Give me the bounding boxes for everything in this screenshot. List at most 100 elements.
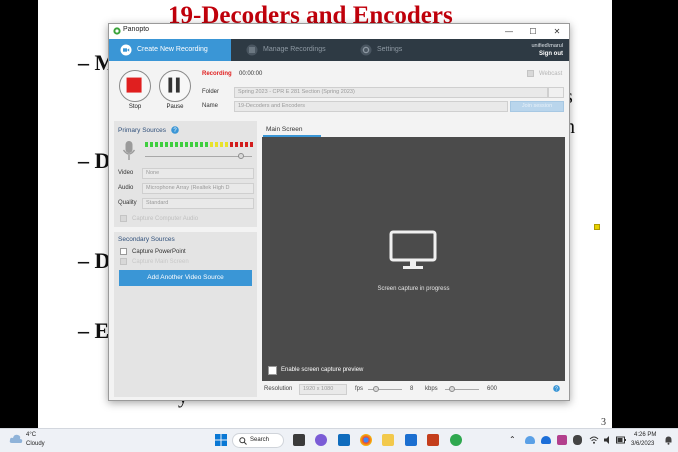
- search-label: Search: [250, 437, 270, 443]
- webcast-label: Webcast: [539, 71, 563, 77]
- capture-main-screen-checkbox[interactable]: [120, 258, 127, 265]
- powerpoint-icon[interactable]: [427, 434, 439, 446]
- audio-meter-segment: [160, 142, 163, 147]
- kbps-slider-knob[interactable]: [449, 386, 455, 392]
- nav-bar: Create New Recording Manage Recordings S…: [109, 39, 569, 61]
- quality-select[interactable]: Standard: [142, 198, 254, 209]
- tab-label: Manage Recordings: [263, 46, 326, 53]
- speaker-icon[interactable]: [603, 435, 613, 445]
- clock-date[interactable]: 3/6/2023: [631, 441, 654, 447]
- pause-button[interactable]: [159, 70, 191, 102]
- cloud-icon[interactable]: [9, 434, 23, 444]
- quality-label: Quality: [118, 200, 137, 206]
- folder-label: Folder: [202, 89, 220, 95]
- search-icon: [239, 437, 247, 445]
- volume-slider-track: [145, 156, 252, 157]
- volume-slider-knob[interactable]: [238, 153, 245, 159]
- list-icon: [246, 44, 258, 56]
- name-field[interactable]: 19-Decoders and Encoders: [234, 101, 508, 112]
- add-video-source-button[interactable]: Add Another Video Source: [119, 270, 252, 286]
- screen-capture-status: Screen capture in progress: [377, 286, 450, 292]
- secondary-sources-title: Secondary Sources: [118, 236, 175, 243]
- svg-text:?: ?: [555, 386, 558, 392]
- primary-sources-panel: Primary Sources ? Video None Audio Micro…: [114, 121, 257, 227]
- battery-icon[interactable]: [616, 436, 626, 444]
- join-session-button[interactable]: Join session: [510, 101, 564, 112]
- sign-out-link[interactable]: Sign out: [532, 50, 563, 58]
- stop-button[interactable]: [119, 70, 151, 102]
- folder-dropdown-button[interactable]: [548, 87, 564, 98]
- title-bar: Panopto — ☐ ✕: [109, 24, 569, 39]
- audio-meter-segment: [225, 142, 228, 147]
- username: unified\marul: [531, 43, 564, 49]
- kbps-label: kbps: [425, 386, 438, 392]
- primary-sources-title: Primary Sources: [118, 127, 167, 134]
- taskbar-search[interactable]: Search: [232, 433, 284, 448]
- tab-main-screen[interactable]: Main Screen: [263, 124, 321, 137]
- webcast-checkbox[interactable]: [527, 70, 534, 77]
- kbps-value: 600: [487, 386, 498, 392]
- audio-meter-segment: [185, 142, 188, 147]
- slide-bullet-4: – E: [78, 318, 110, 343]
- close-button[interactable]: ✕: [545, 25, 569, 38]
- capture-computer-audio-checkbox[interactable]: [120, 215, 127, 222]
- resolution-field[interactable]: 1920 x 1080: [299, 384, 347, 395]
- tab-create-new-recording[interactable]: Create New Recording: [109, 39, 231, 61]
- window-title: Panopto: [123, 26, 150, 33]
- pause-label: Pause: [166, 104, 184, 110]
- tab-label: Settings: [377, 46, 403, 53]
- minimize-button[interactable]: —: [497, 25, 521, 38]
- audio-meter-segment: [165, 142, 168, 147]
- audio-meter-segment: [215, 142, 218, 147]
- audio-meter-segment: [250, 142, 253, 147]
- audio-meter-segment: [195, 142, 198, 147]
- enable-preview-checkbox[interactable]: [268, 366, 277, 375]
- outlook-icon[interactable]: [338, 434, 350, 446]
- fps-slider-knob[interactable]: [373, 386, 379, 392]
- audio-meter-segment: [235, 142, 238, 147]
- pause-icon: [168, 77, 180, 93]
- help-icon[interactable]: ?: [171, 126, 179, 134]
- audio-level-meter: [145, 142, 255, 148]
- task-view-icon[interactable]: [293, 434, 305, 446]
- teams-chat-icon[interactable]: [315, 434, 327, 446]
- audio-meter-segment: [245, 142, 248, 147]
- video-source-select[interactable]: None: [142, 168, 254, 179]
- info-icon[interactable]: ?: [553, 385, 560, 392]
- bluetooth-icon[interactable]: [573, 435, 582, 445]
- name-label: Name: [202, 103, 219, 109]
- elapsed-time: 00:00:00: [239, 71, 263, 77]
- slack-icon[interactable]: [557, 435, 567, 445]
- capture-powerpoint-checkbox[interactable]: [120, 248, 127, 255]
- tab-label: Create New Recording: [137, 46, 208, 53]
- secondary-sources-panel: Secondary Sources Capture PowerPoint Cap…: [114, 232, 257, 397]
- folder-field[interactable]: Spring 2023 - CPR E 281 Section (Spring …: [234, 87, 548, 98]
- audio-meter-segment: [155, 142, 158, 147]
- notification-bell-icon[interactable]: [664, 436, 673, 445]
- chevron-up-icon[interactable]: ⌃: [509, 435, 516, 444]
- chrome-icon[interactable]: [360, 434, 372, 446]
- onedrive-icon[interactable]: [525, 436, 535, 444]
- windows-start-icon[interactable]: [215, 434, 227, 446]
- audio-meter-segment: [170, 142, 173, 147]
- video-camera-icon: [120, 44, 132, 56]
- recording-status: Recording: [202, 71, 232, 77]
- audio-source-select[interactable]: Microphone Array (Realtek High D: [142, 183, 254, 194]
- wifi-icon[interactable]: [589, 436, 599, 444]
- slide-bullet-2: – D: [78, 148, 111, 173]
- panopto-window: Panopto — ☐ ✕ Create New Recording Manag…: [108, 23, 570, 401]
- tab-settings[interactable]: Settings: [349, 39, 429, 61]
- onedrive-business-icon[interactable]: [541, 436, 551, 444]
- clock-time[interactable]: 4:26 PM: [634, 432, 656, 438]
- panopto-taskbar-icon[interactable]: [450, 434, 462, 446]
- microsoft-store-icon[interactable]: [405, 434, 417, 446]
- enable-preview-label: Enable screen capture preview: [281, 367, 364, 373]
- gear-icon: [360, 44, 372, 56]
- microphone-icon: [122, 141, 136, 160]
- monitor-icon: [389, 230, 437, 269]
- audio-meter-segment: [205, 142, 208, 147]
- audio-meter-segment: [190, 142, 193, 147]
- tab-manage-recordings[interactable]: Manage Recordings: [235, 39, 345, 61]
- file-explorer-icon[interactable]: [382, 434, 394, 446]
- maximize-button[interactable]: ☐: [521, 25, 545, 38]
